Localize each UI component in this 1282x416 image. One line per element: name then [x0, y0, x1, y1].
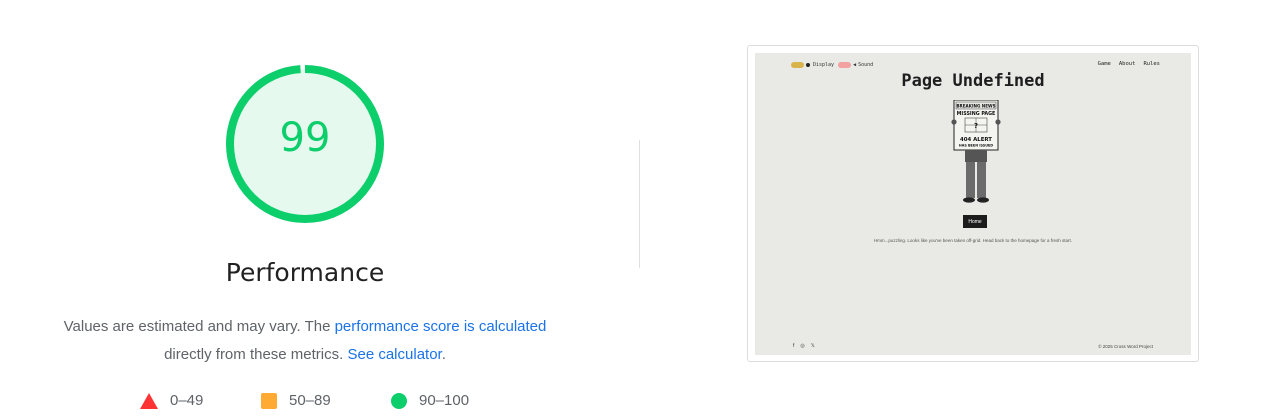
newspaper-headline2: MISSING PAGE — [957, 111, 996, 117]
score-description: Values are estimated and may vary. The p… — [40, 313, 570, 369]
sound-toggle — [838, 62, 852, 68]
legend-item-average: 50–89 — [261, 392, 331, 409]
screenshot-toggles: Display ◀ Sound — [791, 62, 873, 68]
screenshot-social-icons: f ◎ 𝕏 — [793, 343, 815, 349]
newspaper-alert2: HAS BEEN ISSUED — [959, 144, 993, 148]
legend-item-fail: 0–49 — [140, 392, 203, 409]
nav-item-about: About — [1118, 61, 1136, 67]
nav-item-rules: Rules — [1143, 61, 1160, 67]
orange-square-icon — [261, 392, 277, 409]
description-prefix: Values are estimated and may vary. The — [63, 318, 335, 335]
sound-label: Sound — [858, 62, 874, 68]
display-toggle — [791, 62, 804, 68]
screenshot-nav: Game About Rules — [1098, 61, 1160, 67]
x-icon: 𝕏 — [810, 343, 815, 349]
legend-label: 90–100 — [419, 392, 470, 409]
description-middle: directly from these metrics. — [164, 346, 348, 363]
green-circle-icon — [391, 392, 407, 409]
final-screenshot[interactable]: Display ◀ Sound Game About Rules Page Un… — [747, 45, 1199, 362]
facebook-icon: f — [793, 343, 795, 349]
legend-item-pass: 90–100 — [391, 392, 469, 409]
vertical-divider — [639, 140, 640, 268]
nav-item-game: Game — [1097, 61, 1111, 67]
speaker-icon: ◀ — [853, 62, 857, 68]
screenshot-message: Hmm...puzzling. Looks like you've been t… — [873, 238, 1073, 243]
instagram-icon: ◎ — [800, 343, 805, 349]
gauge-title: Performance — [225, 258, 385, 287]
newspaper-man-illustration: BREAKING NEWS MISSING PAGE ? 404 ALERT H… — [951, 100, 1001, 203]
performance-score: 99 — [279, 115, 331, 161]
legend-label: 50–89 — [289, 392, 331, 409]
newspaper-alert1: 404 ALERT — [960, 137, 992, 143]
red-triangle-icon — [140, 392, 158, 409]
legend-label: 0–49 — [170, 392, 204, 409]
screenshot-page-title: Page Undefined — [901, 71, 1045, 91]
performance-score-link[interactable]: performance score is calculated — [335, 318, 547, 335]
newspaper-headline1: BREAKING NEWS — [956, 103, 995, 109]
description-suffix: . — [441, 346, 446, 363]
score-legend: 0–49 50–89 90–100 — [0, 392, 620, 412]
display-label: Display — [813, 62, 835, 68]
see-calculator-link[interactable]: See calculator — [347, 346, 441, 363]
screenshot-copyright: © 2025 Cross Word Project — [1098, 344, 1153, 349]
screenshot-home-button: Home — [963, 215, 987, 228]
svg-text:?: ? — [974, 122, 978, 130]
screenshot-canvas: Display ◀ Sound Game About Rules Page Un… — [755, 53, 1191, 355]
moon-icon — [806, 63, 810, 67]
performance-gauge: 99 — [223, 62, 387, 226]
